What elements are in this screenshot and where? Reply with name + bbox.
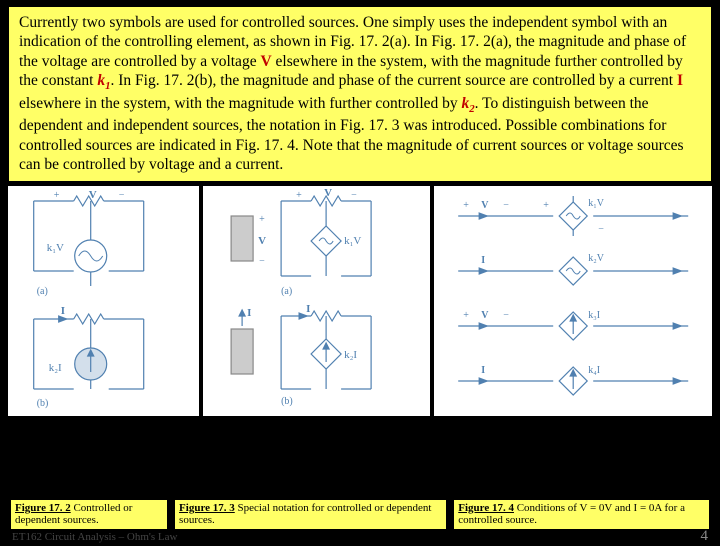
fig2a-plus: + — [54, 190, 60, 201]
fig2a-lbl: (a) — [37, 286, 48, 297]
footer-course: ET162 Circuit Analysis – Ohm's Law — [12, 531, 177, 543]
fig3a-lbl: (a) — [282, 286, 293, 297]
fig3b-li: I — [248, 307, 252, 319]
para-t3: . In Fig. 17. 2(b), the magnitude and ph… — [111, 72, 677, 89]
figure-17-2: + V − k₁V (a) I k₂I (b) — [8, 186, 199, 416]
caption-17-4: Figure 17. 4 Conditions of V = 0V and I … — [453, 499, 710, 530]
svg-text:−: − — [503, 310, 509, 321]
fig4-r4-ctrl: I — [481, 365, 485, 376]
fig3a-src: k₁V — [345, 235, 362, 247]
para-i: I — [677, 72, 683, 89]
fig4-r1-ctrl: V — [481, 200, 489, 211]
fig2b-lbl: (b) — [37, 398, 49, 409]
footer: ET162 Circuit Analysis – Ohm's Law Boyle… — [0, 528, 720, 545]
caption-bar: Figure 17. 2 Controlled or dependent sou… — [0, 499, 720, 530]
fig4-r2-ctrl: I — [481, 255, 485, 266]
svg-text:+: + — [543, 200, 549, 211]
fig3a-v: V — [325, 187, 333, 199]
para-v: V — [260, 53, 271, 70]
fig2b-src: k₂I — [49, 362, 62, 374]
fig3a-lv: V — [259, 235, 267, 247]
fig4-r1-src: k₁V — [588, 198, 604, 209]
figures-row: + V − k₁V (a) I k₂I (b) — [0, 186, 720, 416]
svg-text:+: + — [463, 310, 469, 321]
svg-text:−: − — [598, 224, 604, 235]
para-k2: k2 — [462, 95, 475, 112]
fig3b-i: I — [307, 303, 311, 315]
caption-17-2: Figure 17. 2 Controlled or dependent sou… — [10, 499, 168, 530]
main-paragraph: Currently two symbols are used for contr… — [8, 6, 712, 182]
fig3b-src: k₂I — [345, 349, 358, 361]
svg-text:−: − — [503, 200, 509, 211]
figure-17-3: + V − + V − k₁V (a) I I k₂I — [203, 186, 429, 416]
footer-author: Boylestad — [412, 529, 466, 545]
fig4-r3-ctrl: V — [481, 310, 489, 321]
fig3b-lbl: (b) — [282, 396, 294, 407]
fig2a-v: V — [89, 189, 97, 201]
svg-text:+: + — [463, 200, 469, 211]
fig3a-plus: + — [297, 190, 303, 201]
fig3a-lminus: − — [260, 256, 266, 267]
fig4-r2-src: k₂V — [588, 253, 604, 264]
figure-17-4: + − V k₁V + − I k₂V + − V — [434, 186, 712, 416]
fig2a-src: k₁V — [47, 242, 64, 254]
fig4-r3-src: k₃I — [588, 310, 600, 321]
fig4-r4-src: k₄I — [588, 365, 600, 376]
para-t4: elsewhere in the system, with the magnit… — [19, 95, 462, 112]
footer-page: 4 — [701, 528, 709, 545]
fig2b-i: I — [61, 305, 65, 317]
fig2a-minus: − — [119, 190, 125, 201]
fig3a-minus: − — [352, 190, 358, 201]
para-k1: k1 — [97, 72, 110, 89]
fig3a-lplus: + — [260, 214, 266, 225]
caption-17-3: Figure 17. 3 Special notation for contro… — [174, 499, 447, 530]
